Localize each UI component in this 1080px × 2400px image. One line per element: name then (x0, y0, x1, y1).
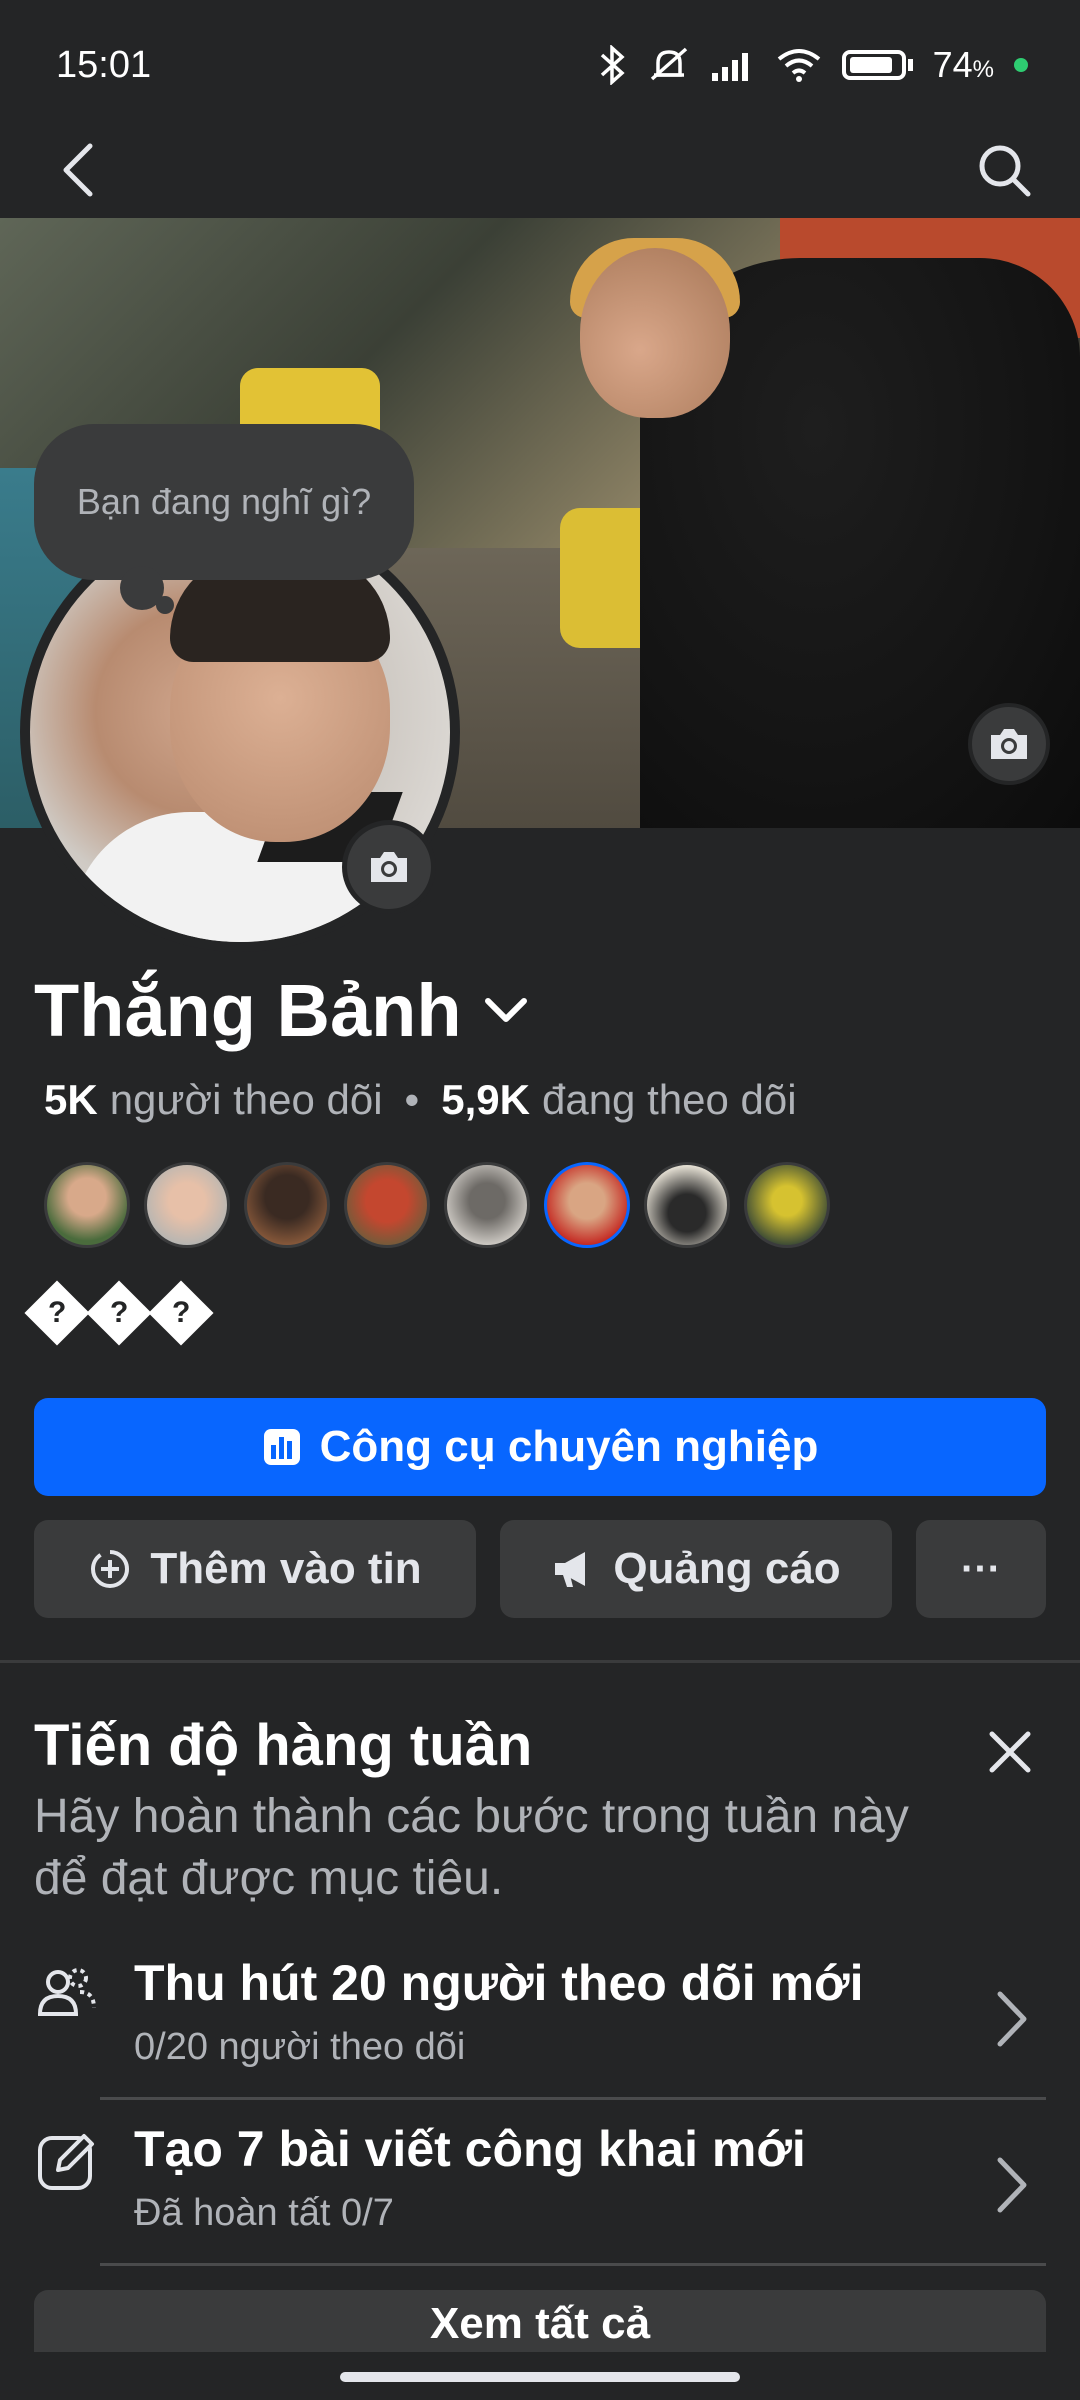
bio-glyph-text: ? (171, 1295, 191, 1329)
friends-avatar-row (44, 1162, 830, 1248)
profile-name: Thắng Bảnh (34, 969, 462, 1052)
task-progress: Đã hoàn tất 0/7 (134, 2192, 394, 2234)
task-title: Thu hút 20 người theo dõi mới (134, 1955, 864, 2011)
bio-glyph-text: ? (47, 1295, 67, 1329)
chevron-right-icon (997, 1991, 1027, 2047)
bluetooth-icon (600, 45, 625, 85)
more-options-button[interactable]: ··· (916, 1520, 1046, 1618)
battery-tip (907, 59, 913, 71)
home-indicator[interactable] (340, 2372, 740, 2382)
ads-button[interactable]: Quảng cáo (500, 1520, 892, 1618)
status-bar: 15:01 74% (0, 0, 1080, 130)
signal-icon (711, 53, 748, 81)
friend-avatar[interactable] (444, 1162, 530, 1248)
task-title: Tạo 7 bài viết công khai mới (134, 2121, 806, 2177)
friend-avatar[interactable] (144, 1162, 230, 1248)
privacy-indicator-dot (1014, 58, 1028, 72)
friend-avatar[interactable] (544, 1162, 630, 1248)
bio-glyph: ? (86, 1280, 152, 1346)
weekly-task-posts[interactable]: Tạo 7 bài viết công khai mới Đã hoàn tất… (34, 2110, 1046, 2260)
status-icons: 74% (598, 44, 1028, 86)
edit-post-icon (38, 2134, 94, 2190)
thought-bubble-tail (156, 596, 174, 614)
following-count[interactable]: 5,9K (441, 1076, 530, 1124)
add-to-story-button[interactable]: Thêm vào tin (34, 1520, 476, 1618)
close-icon (989, 1731, 1031, 1773)
more-options-icon: ··· (961, 1546, 1001, 1591)
edit-avatar-button[interactable] (342, 820, 436, 914)
add-story-icon (91, 1550, 130, 1588)
close-weekly-button[interactable] (970, 1712, 1050, 1792)
stats-separator: • (404, 1076, 420, 1123)
task-progress: 0/20 người theo dõi (134, 2026, 466, 2068)
dashboard-chart-icon (263, 1429, 300, 1465)
following-label[interactable]: đang theo dõi (542, 1076, 797, 1124)
people-icon (37, 1968, 96, 2016)
task-divider (100, 2097, 1046, 2100)
friend-avatar[interactable] (244, 1162, 330, 1248)
mute-bell-icon (650, 47, 687, 81)
weekly-progress-title: Tiến độ hàng tuần (34, 1713, 533, 1778)
section-divider (0, 1660, 1080, 1663)
battery-value: 74 (932, 44, 973, 85)
followers-count[interactable]: 5K (44, 1076, 98, 1124)
bio-glyph: ? (24, 1280, 90, 1346)
search-icon (979, 145, 1031, 197)
followers-label[interactable]: người theo dõi (110, 1076, 383, 1124)
friend-avatar[interactable] (644, 1162, 730, 1248)
add-to-story-label: Thêm vào tin (150, 1544, 422, 1593)
bio-glyph: ? (148, 1280, 214, 1346)
weekly-task-followers[interactable]: Thu hút 20 người theo dõi mới 0/20 người… (34, 1944, 1046, 2094)
friend-avatar[interactable] (44, 1162, 130, 1248)
status-time: 15:01 (56, 44, 152, 86)
follow-stats: 5K người theo dõi • 5,9K đang theo dõi (44, 1076, 797, 1124)
thought-bubble-note[interactable]: Bạn đang nghĩ gì? (34, 424, 414, 580)
back-arrow-icon (63, 143, 93, 197)
bio-glyph-text: ? (109, 1295, 129, 1329)
ads-label: Quảng cáo (613, 1544, 841, 1593)
chevron-right-icon (997, 2157, 1027, 2213)
top-navigation (0, 120, 1080, 220)
profile-name-row[interactable]: Thắng Bảnh (34, 968, 530, 1053)
search-button[interactable] (964, 130, 1044, 210)
wifi-icon (777, 49, 820, 82)
battery-percent: 74% (933, 44, 994, 86)
battery-unit: % (972, 56, 994, 83)
megaphone-icon (555, 1552, 586, 1587)
chevron-down-icon[interactable] (482, 993, 530, 1029)
cover-person-head (580, 248, 730, 418)
profile-bio: ? ? ? (24, 1280, 214, 1346)
weekly-progress-description: Hãy hoàn thành các bước trong tuần này đ… (34, 1790, 909, 1905)
professional-tools-label: Công cụ chuyên nghiệp (319, 1422, 819, 1471)
task-divider (100, 2263, 1046, 2266)
battery-icon (841, 50, 906, 80)
professional-tools-button[interactable]: Công cụ chuyên nghiệp (34, 1398, 1046, 1496)
thought-bubble-text: Bạn đang nghĩ gì? (76, 481, 372, 522)
friend-avatar[interactable] (344, 1162, 430, 1248)
see-all-label: Xem tất cả (429, 2299, 651, 2348)
camera-icon (371, 852, 407, 882)
back-button[interactable] (38, 130, 118, 210)
camera-icon (991, 729, 1027, 759)
friend-avatar[interactable] (744, 1162, 830, 1248)
edit-cover-photo-button[interactable] (968, 703, 1050, 785)
